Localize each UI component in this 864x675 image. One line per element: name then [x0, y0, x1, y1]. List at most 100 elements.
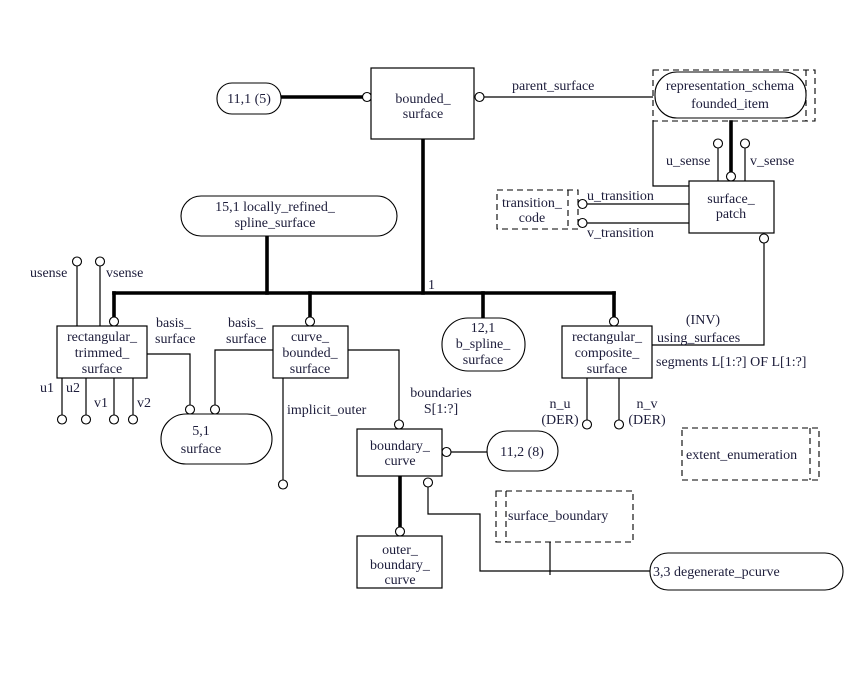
entity-label: bounded_ — [395, 92, 451, 107]
circle-icon — [422, 477, 434, 488]
type-extent-enumeration[interactable]: extent_enumeration — [681, 427, 820, 481]
circle-icon — [184, 404, 196, 415]
line-using-surfaces — [652, 243, 765, 346]
circle-icon — [393, 419, 405, 430]
page-ref-degenerate-pcurve[interactable]: 3,3 degenerate_pcurve — [649, 552, 844, 591]
attr-u-transition: u_transition — [587, 189, 654, 204]
attr-v2: v2 — [137, 396, 151, 411]
entity-label: outer_ — [382, 543, 419, 558]
circle-icon — [739, 138, 751, 149]
attr-u-sense: u_sense — [666, 154, 710, 169]
page-ref-locally-refined-spline-surface[interactable]: 15,1 locally_refined_ spline_surface — [180, 195, 398, 237]
attr-v-sense: v_sense — [750, 154, 794, 169]
circle-icon — [577, 198, 588, 210]
entity-curve-bounded-surface[interactable]: curve_ bounded_ surface — [272, 325, 349, 379]
attr-n-v: (DER) — [628, 413, 666, 428]
page-ref-label: representation_schema — [666, 79, 795, 94]
attr-v-transition: v_transition — [587, 226, 654, 241]
entity-label: curve_ — [291, 330, 330, 345]
type-label: surface_boundary — [508, 509, 608, 524]
attr-u2: u2 — [66, 381, 80, 396]
circle-icon — [108, 414, 120, 425]
circle-icon — [94, 256, 106, 267]
page-ref-label: spline_surface — [235, 216, 316, 231]
line-boundary-curve-to-degenerate — [427, 487, 650, 572]
page-ref-label: surface — [181, 442, 221, 457]
entity-label: composite_ — [575, 346, 641, 361]
circle-icon — [108, 316, 120, 327]
entity-label: patch — [716, 207, 746, 222]
type-surface-boundary[interactable]: surface_boundary — [495, 490, 634, 543]
type-label: code — [519, 211, 545, 226]
express-g-diagram: bounded_ surface surface_ patch rectangu… — [30, 67, 844, 591]
attr-using-surfaces: using_surfaces — [657, 331, 740, 346]
circle-icon — [71, 256, 83, 267]
entity-outer-boundary-curve[interactable]: outer_ boundary_ curve — [356, 535, 443, 589]
circle-icon — [758, 233, 770, 244]
circle-icon — [394, 526, 406, 537]
circle-icon — [474, 91, 485, 103]
attr-usense: usense — [30, 266, 67, 281]
attr-n-u: (DER) — [541, 413, 579, 428]
page-ref-label: b_spline_ — [456, 337, 511, 352]
attr-boundaries: boundaries — [410, 386, 471, 401]
page-ref-label: 15,1 locally_refined_ — [215, 200, 336, 215]
entity-boundary-curve[interactable]: boundary_ curve — [356, 428, 443, 477]
entity-label: curve — [384, 454, 415, 469]
circle-icon — [577, 217, 588, 229]
entity-label: boundary_ — [370, 439, 431, 454]
attr-basis-surface-left: surface — [155, 332, 195, 347]
page-ref-b-spline-surface[interactable]: 12,1 b_spline_ surface — [441, 317, 526, 372]
circle-icon — [613, 419, 625, 430]
attr-n-v: n_v — [637, 397, 658, 412]
page-ref-label: 11,2 (8) — [500, 445, 544, 460]
circle-icon — [361, 91, 373, 103]
circle-icon — [304, 316, 316, 327]
page-ref-11-2[interactable]: 11,2 (8) — [486, 430, 559, 472]
page-ref-label: surface — [463, 353, 503, 368]
attr-boundaries: S[1:?] — [424, 402, 458, 417]
type-label: extent_enumeration — [686, 448, 797, 463]
entity-bounded-surface[interactable]: bounded_ surface — [370, 67, 475, 140]
attr-basis-surface-left: basis_ — [156, 316, 192, 331]
entity-rectangular-trimmed-surface[interactable]: rectangular_ trimmed_ surface — [56, 325, 148, 379]
entity-label: surface — [290, 362, 330, 377]
circle-icon — [581, 419, 593, 430]
circle-icon — [209, 404, 221, 415]
attr-basis-surface-right: basis_ — [228, 316, 264, 331]
entity-label: boundary_ — [370, 558, 431, 573]
circle-icon — [712, 138, 724, 149]
attr-implicit-outer: implicit_outer — [287, 403, 367, 418]
attr-n-u: n_u — [550, 397, 571, 412]
attr-v1: v1 — [94, 396, 108, 411]
attr-parent-surface: parent_surface — [512, 79, 594, 94]
circle-icon — [80, 414, 92, 425]
supertype-cardinality: 1 — [428, 278, 435, 293]
page-ref-label: 3,3 degenerate_pcurve — [653, 565, 780, 580]
entity-label: surface — [403, 107, 443, 122]
page-ref-founded-item[interactable]: representation_schema founded_item — [652, 69, 816, 122]
circle-icon — [441, 446, 452, 458]
attr-basis-surface-right: surface — [226, 332, 266, 347]
page-ref-11-1[interactable]: 11,1 (5) — [216, 82, 282, 115]
circle-icon — [56, 414, 68, 425]
attr-using-surfaces: (INV) — [686, 313, 721, 328]
page-ref-label: 12,1 — [471, 321, 496, 336]
entity-label: surface — [82, 362, 122, 377]
page-ref-surface[interactable]: 5,1 surface — [160, 413, 273, 465]
circle-icon — [277, 479, 289, 490]
entity-label: rectangular_ — [67, 330, 138, 345]
entity-rectangular-composite-surface[interactable]: rectangular_ composite_ surface — [561, 325, 653, 379]
entity-label: curve — [384, 573, 415, 588]
type-transition-code[interactable]: transition_ code — [496, 189, 579, 230]
entity-label: bounded_ — [282, 346, 338, 361]
entity-label: surface — [587, 362, 627, 377]
page-ref-label: 11,1 (5) — [227, 92, 271, 107]
entity-label: trimmed_ — [75, 346, 130, 361]
circle-icon — [725, 171, 737, 182]
entity-label: surface_ — [707, 192, 755, 207]
line-basis-surface-left — [147, 353, 191, 405]
attr-segments: segments L[1:?] OF L[1:?] — [656, 355, 806, 370]
entity-label: rectangular_ — [572, 330, 643, 345]
entity-surface-patch[interactable]: surface_ patch — [688, 180, 775, 234]
